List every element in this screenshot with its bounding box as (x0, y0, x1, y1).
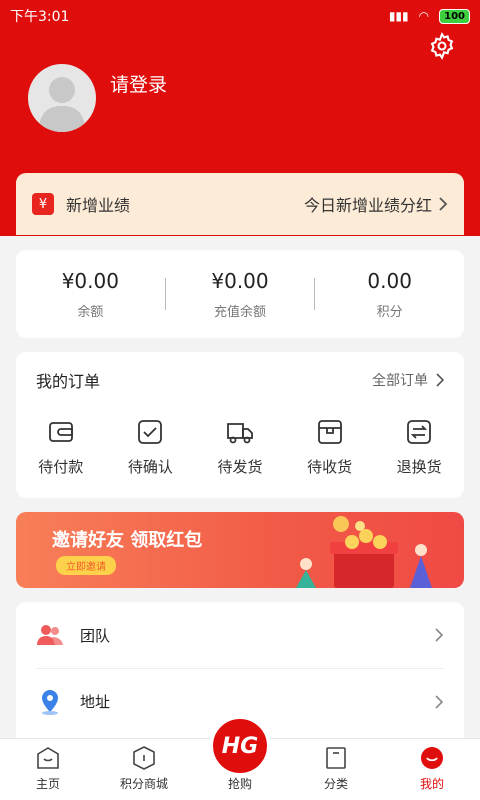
performance-bar[interactable]: ¥ 新增业绩 今日新增业绩分红 (16, 173, 464, 235)
tab-profile[interactable]: 我的 (384, 739, 480, 800)
recharge-balance-item[interactable]: ¥0.00 充值余额 (166, 269, 315, 320)
balance-card: ¥0.00 余额 ¥0.00 充值余额 0.00 积分 (16, 250, 464, 338)
wifi-icon: ◠ (418, 9, 430, 23)
order-pending-ship[interactable]: 待发货 (195, 418, 285, 477)
invite-now-button[interactable]: 立即邀请 (56, 556, 116, 575)
recharge-balance-value: ¥0.00 (211, 268, 269, 293)
team-icon (37, 625, 63, 645)
red-envelope-icon: ¥ (32, 193, 54, 215)
menu-label-address: 地址 (80, 693, 111, 711)
orders-title: 我的订单 (36, 372, 101, 391)
avatar[interactable] (28, 64, 96, 132)
signal-icon: ▮▮▮ (388, 9, 409, 23)
balance-item[interactable]: ¥0.00 余额 (16, 269, 165, 320)
order-pending-confirm[interactable]: 待确认 (106, 418, 196, 477)
points-mall-icon (133, 746, 155, 770)
orders-card: 我的订单 全部订单 待付款 待确认 待发货 待收货 退换货 (16, 352, 464, 498)
gift-illustration (296, 516, 432, 588)
points-item[interactable]: 0.00 积分 (315, 269, 464, 320)
all-orders-link[interactable]: 全部订单 (372, 370, 444, 390)
menu-label-team: 团队 (80, 626, 111, 645)
chevron-right-icon (439, 197, 448, 211)
performance-link[interactable]: 今日新增业绩分红 (304, 192, 448, 216)
tab-points-mall[interactable]: 积分商城 (96, 739, 192, 800)
banner-title: 邀请好友 领取红包 (52, 530, 203, 551)
order-pending-payment[interactable]: 待付款 (16, 418, 106, 477)
box-icon (317, 420, 342, 444)
points-label: 积分 (376, 304, 403, 320)
wallet-icon (48, 422, 73, 442)
points-value: 0.00 (367, 268, 412, 293)
chevron-right-icon (436, 373, 444, 387)
order-return-exchange[interactable]: 退换货 (374, 418, 464, 477)
settings-gear-icon[interactable] (428, 32, 456, 60)
menu-item-team[interactable]: 团队 (36, 602, 444, 668)
balance-label: 余额 (77, 304, 104, 320)
balance-value: ¥0.00 (61, 268, 119, 293)
recharge-balance-label: 充值余额 (214, 304, 267, 320)
home-icon (37, 747, 59, 769)
invite-banner[interactable]: 邀请好友 领取红包 立即邀请 (16, 512, 464, 588)
chevron-right-icon (435, 628, 444, 642)
chevron-right-icon (435, 694, 444, 709)
login-link[interactable]: 请登录 (110, 70, 167, 97)
battery-icon: 100 (439, 8, 470, 24)
location-icon (42, 689, 58, 715)
order-pending-receive[interactable]: 待收货 (285, 418, 375, 477)
tab-category[interactable]: 分类 (288, 739, 384, 800)
check-icon (138, 420, 163, 444)
default-avatar-icon (38, 77, 86, 132)
category-icon (326, 747, 346, 769)
profile-icon (421, 747, 443, 769)
performance-title: 新增业绩 (66, 196, 131, 215)
flash-sale-logo-button[interactable]: HG (210, 716, 270, 776)
status-bar: 下午3:01 ▮▮▮ ◠ 100 (0, 0, 480, 32)
truck-icon (227, 423, 253, 444)
exchange-icon (407, 420, 432, 444)
tab-home[interactable]: 主页 (0, 739, 96, 800)
status-time: 下午3:01 (10, 9, 70, 25)
